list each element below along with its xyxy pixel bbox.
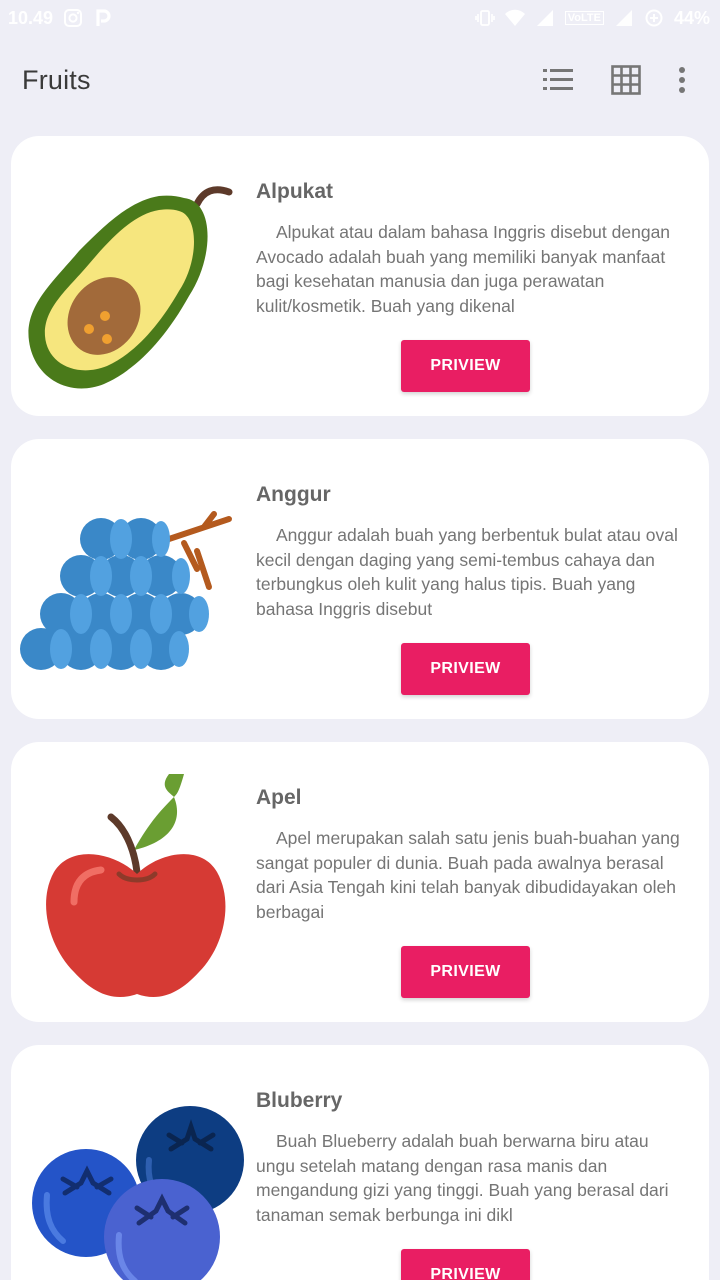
battery-percent: 44% [673, 7, 710, 28]
network-label: VoLTE [564, 11, 604, 25]
preview-button[interactable]: PRIVIEW [401, 340, 530, 392]
status-time: 10.49 [8, 7, 54, 28]
avocado-icon [28, 186, 233, 389]
list-view-icon [543, 69, 573, 90]
more-options-button[interactable] [666, 52, 698, 108]
app-bar: Fruits [0, 40, 720, 120]
page-title: Fruits [22, 64, 91, 95]
data-saver-icon [645, 9, 663, 27]
preview-button[interactable]: PRIVIEW [401, 643, 530, 695]
apple-icon [46, 774, 226, 998]
fruit-description: Apel merupakan salah satu jenis buah-bua… [256, 828, 680, 922]
blueberry-icon [32, 1106, 244, 1280]
fruit-card-alpukat[interactable]: Alpukat Alpukat atau dalam bahasa Inggri… [11, 136, 709, 416]
status-left: 10.49 [8, 8, 113, 29]
preview-button[interactable]: PRIVIEW [401, 946, 530, 998]
fruit-description: Anggur adalah buah yang berbentuk bulat … [256, 525, 678, 619]
p-app-icon [96, 9, 111, 26]
app-bar-actions [518, 52, 698, 108]
status-right: VoLTE 44% [474, 7, 710, 29]
status-bar: 10.49 VoLTE 44% [0, 0, 720, 36]
preview-button[interactable]: PRIVIEW [401, 1249, 530, 1280]
list-view-button[interactable] [530, 52, 586, 108]
grid-view-button[interactable] [598, 52, 654, 108]
instagram-icon [64, 9, 83, 27]
signal-icon [536, 10, 553, 26]
fruit-name: Bluberry [256, 1089, 343, 1112]
fruit-description: Alpukat atau dalam bahasa Inggris disebu… [256, 222, 671, 316]
wifi-icon [504, 9, 525, 27]
fruit-description: Buah Blueberry adalah buah berwarna biru… [256, 1131, 669, 1225]
signal-icon-2 [615, 10, 632, 26]
grid-view-icon [611, 65, 641, 95]
grapes-icon [20, 511, 232, 670]
fruit-card-apel[interactable]: Apel Apel merupakan salah satu jenis bua… [11, 742, 709, 1022]
more-vert-icon [679, 67, 685, 93]
fruit-name: Anggur [256, 483, 331, 506]
fruit-name: Alpukat [256, 180, 334, 203]
vibrate-icon [474, 10, 495, 26]
fruit-name: Apel [256, 786, 302, 809]
fruit-card-bluberry[interactable]: Bluberry Buah Blueberry adalah buah berw… [11, 1045, 709, 1280]
fruit-card-anggur[interactable]: Anggur Anggur adalah buah yang berbentuk… [11, 439, 709, 719]
